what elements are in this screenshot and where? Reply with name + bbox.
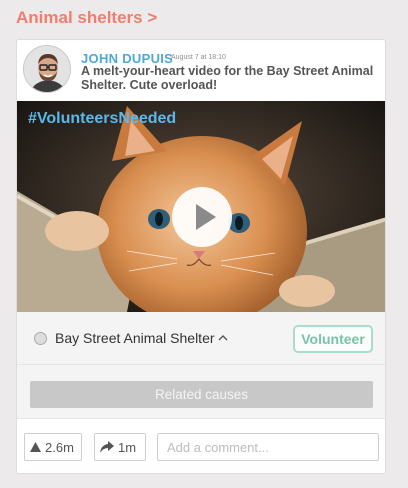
- share-button[interactable]: 1m: [94, 433, 146, 461]
- actions-row: 2.6m 1m: [17, 419, 385, 473]
- post-text: A melt-your-heart video for the Bay Stre…: [81, 64, 374, 92]
- author-avatar[interactable]: [23, 45, 71, 93]
- organization-radio[interactable]: [34, 332, 47, 345]
- upvote-button[interactable]: 2.6m: [24, 433, 82, 461]
- organization-row: Bay Street Animal Shelter Volunteer: [17, 312, 385, 365]
- video-hashtag[interactable]: #VolunteersNeeded: [28, 110, 176, 128]
- chevron-up-icon[interactable]: [218, 334, 228, 342]
- related-causes-button[interactable]: Related causes: [30, 381, 373, 408]
- post-timestamp: August 7 at 18:10: [171, 54, 226, 61]
- section-title-animal-shelters[interactable]: Animal shelters >: [16, 8, 157, 28]
- related-causes-row: Related causes: [17, 365, 385, 419]
- comment-input[interactable]: [157, 433, 379, 461]
- play-button[interactable]: [172, 187, 232, 247]
- organization-name[interactable]: Bay Street Animal Shelter: [55, 330, 215, 346]
- post-header: JOHN DUPUIS August 7 at 18:10 A melt-you…: [17, 40, 385, 102]
- share-arrow-icon: [100, 441, 114, 453]
- post-card: JOHN DUPUIS August 7 at 18:10 A melt-you…: [16, 39, 386, 474]
- share-count: 1m: [118, 439, 137, 455]
- video-player[interactable]: #VolunteersNeeded: [17, 101, 385, 312]
- volunteer-button[interactable]: Volunteer: [293, 325, 373, 353]
- upvote-count: 2.6m: [45, 439, 74, 455]
- triangle-up-icon: [30, 442, 41, 452]
- play-icon: [196, 204, 216, 230]
